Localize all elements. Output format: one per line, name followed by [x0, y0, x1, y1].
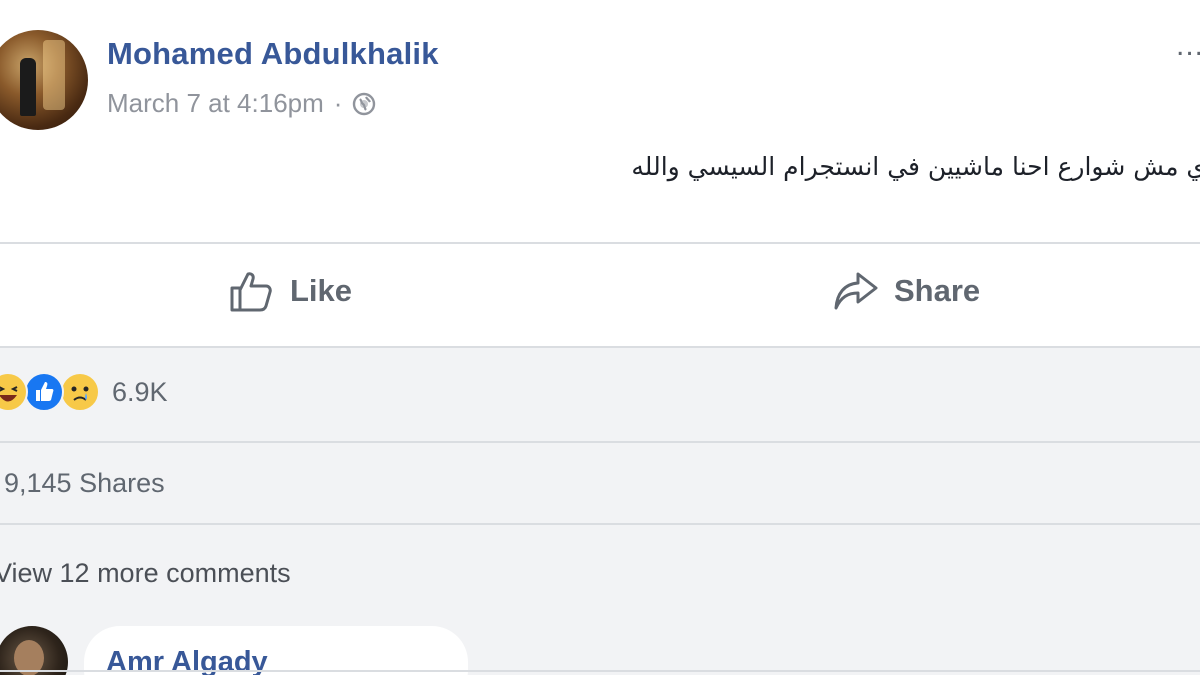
reaction-count[interactable]: 6.9K: [112, 377, 168, 408]
post-meta: March 7 at 4:16pm ·: [107, 88, 376, 119]
view-more-comments-link[interactable]: View 12 more comments: [0, 558, 291, 589]
shares-count[interactable]: 9,145 Shares: [4, 468, 165, 499]
like-button[interactable]: Like: [228, 268, 352, 314]
reactions-divider: [0, 441, 1200, 443]
haha-icon: [0, 372, 28, 412]
action-bar: Like Share: [0, 244, 1200, 344]
post-text: ي مش شوارع احنا ماشيين في انستجرام السيس…: [631, 152, 1200, 181]
thumbs-up-icon: [230, 272, 272, 312]
reactions-summary[interactable]: 6.9K: [0, 372, 168, 412]
meta-separator: ·: [333, 88, 343, 118]
avatar-figure: [20, 58, 36, 116]
facebook-post: Mohamed Abdulkhalik March 7 at 4:16pm · …: [0, 0, 1200, 675]
sad-icon: [60, 372, 100, 412]
feedback-section: 6.9K 9,145 Shares View 12 more comments …: [0, 346, 1200, 675]
comment-bubble: Amr Algady: [84, 626, 468, 675]
author-name-link[interactable]: Mohamed Abdulkhalik: [107, 36, 439, 72]
shares-divider: [0, 523, 1200, 525]
share-button[interactable]: Share: [832, 268, 980, 314]
share-label: Share: [894, 273, 981, 308]
author-avatar[interactable]: [0, 30, 88, 130]
share-arrow-icon: [834, 272, 878, 310]
globe-icon[interactable]: [352, 92, 376, 116]
more-options-icon[interactable]: ...: [1176, 31, 1200, 66]
feedback-top-divider: [0, 346, 1200, 348]
bottom-divider: [0, 670, 1200, 672]
like-label: Like: [290, 273, 353, 308]
post-timestamp[interactable]: March 7 at 4:16pm: [107, 88, 324, 119]
avatar-light: [43, 40, 65, 110]
commenter-avatar[interactable]: [0, 626, 68, 675]
like-reaction-icon: [24, 372, 64, 412]
